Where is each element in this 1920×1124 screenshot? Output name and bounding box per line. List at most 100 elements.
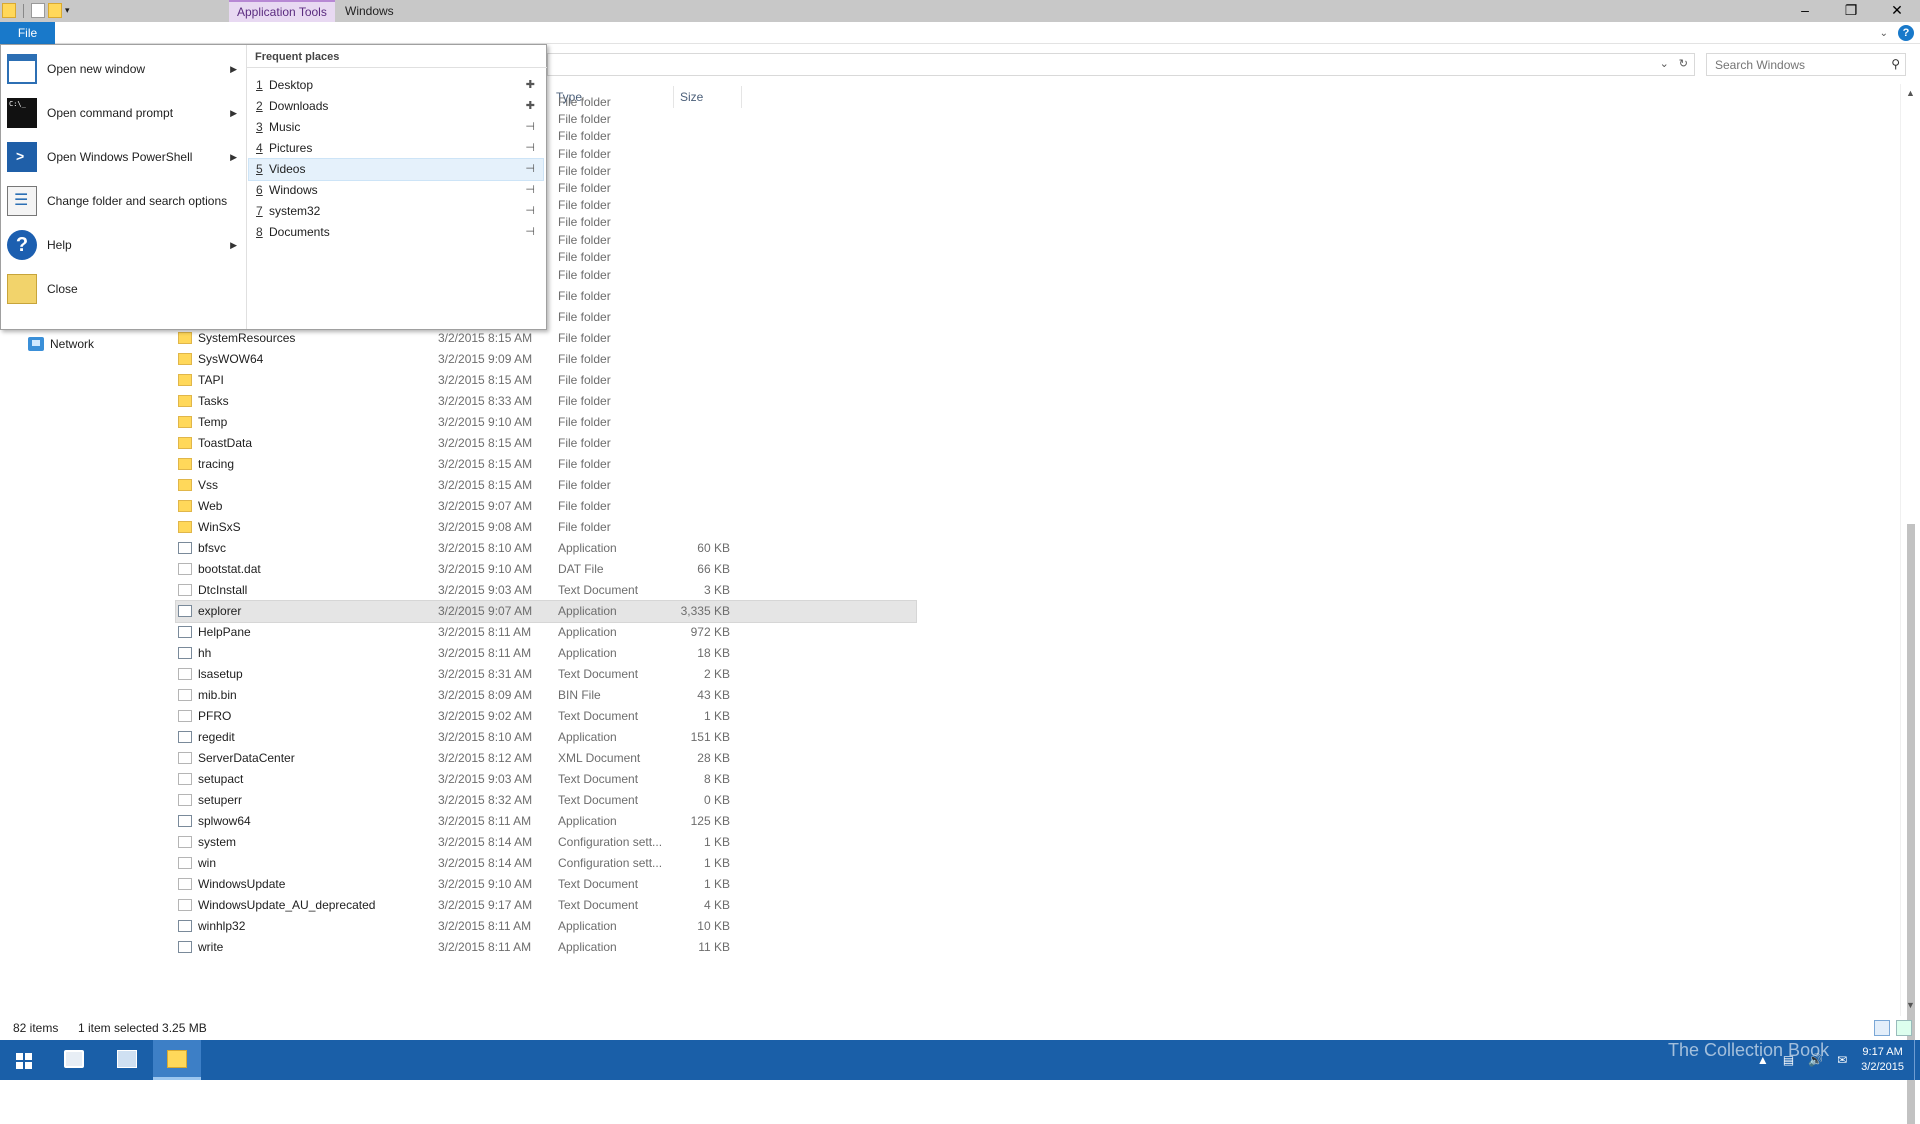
table-row[interactable]: explorer 3/2/2015 9:07 AM Application 3,335…	[175, 600, 917, 623]
address-bar[interactable]: ⌄ ↻	[547, 53, 1695, 76]
pin-icon[interactable]: ⊣	[525, 138, 535, 159]
table-row[interactable]: TAPI 3/2/2015 8:15 AM File folder	[176, 370, 916, 391]
table-row[interactable]: Tasks 3/2/2015 8:33 AM File folder	[176, 391, 916, 412]
frequent-place-item[interactable]: 7 system32 ⊣	[249, 201, 543, 222]
cell-date: 3/2/2015 9:03 AM	[438, 772, 533, 786]
frequent-place-item[interactable]: 6 Windows ⊣	[249, 180, 543, 201]
pin-icon[interactable]: ⊣	[525, 117, 535, 138]
taskbar-server-manager-button[interactable]	[103, 1040, 151, 1080]
submenu-arrow-icon: ▶	[230, 63, 237, 74]
file-menu-item[interactable]: Open command prompt ▶	[7, 93, 243, 133]
close-window-icon[interactable]: ✕	[1874, 0, 1920, 20]
action-center-icon[interactable]: ✉	[1837, 1053, 1847, 1067]
file-menu-item[interactable]: Change folder and search options	[7, 181, 243, 221]
new-folder-icon[interactable]	[48, 3, 62, 18]
file-menu-item-label: Close	[47, 282, 78, 296]
table-row[interactable]: Web 3/2/2015 9:07 AM File folder	[176, 496, 916, 517]
cell-date: 3/2/2015 8:14 AM	[438, 856, 533, 870]
search-box[interactable]: ⚲	[1706, 53, 1906, 76]
cell-type: File folder	[558, 499, 611, 513]
search-input[interactable]	[1707, 54, 1877, 75]
cell-type: File folder	[558, 112, 611, 127]
file-menu-item[interactable]: Open Windows PowerShell ▶	[7, 137, 243, 177]
large-icons-view-icon[interactable]	[1896, 1020, 1912, 1036]
frequent-place-item[interactable]: 3 Music ⊣	[249, 117, 543, 138]
table-row[interactable]: DtcInstall 3/2/2015 9:03 AM Text Document 3…	[176, 580, 916, 601]
taskbar-file-explorer-button[interactable]	[153, 1040, 201, 1080]
application-tools-tab[interactable]: Application Tools	[229, 0, 335, 22]
file-menu-item[interactable]: Close	[7, 269, 243, 309]
table-row[interactable]: tracing 3/2/2015 8:15 AM File folder	[176, 454, 916, 475]
table-row[interactable]: system 3/2/2015 8:14 AM Configuration sett…	[176, 832, 916, 853]
frequent-place-item[interactable]: 4 Pictures ⊣	[249, 138, 543, 159]
table-row[interactable]: Temp 3/2/2015 9:10 AM File folder	[176, 412, 916, 433]
cell-type: Configuration sett...	[558, 835, 663, 849]
scroll-down-icon[interactable]: ▼	[1906, 1000, 1915, 1010]
cell-type: Application	[558, 646, 617, 660]
table-row[interactable]: win 3/2/2015 8:14 AM Configuration sett...…	[176, 853, 916, 874]
new-window-icon	[7, 54, 37, 84]
cell-name: tracing	[198, 457, 235, 471]
table-row[interactable]: WindowsUpdate_AU_deprecated 3/2/2015 9:17…	[176, 895, 916, 916]
properties-icon[interactable]	[31, 3, 45, 18]
minimize-icon[interactable]: –	[1782, 0, 1828, 20]
table-row[interactable]: mib.bin 3/2/2015 8:09 AM BIN File 43 KB	[176, 685, 916, 706]
pinned-icon[interactable]: ✚	[526, 96, 535, 117]
file-menu-item[interactable]: Open new window ▶	[7, 49, 243, 89]
pin-icon[interactable]: ⊣	[525, 222, 535, 243]
pinned-icon[interactable]: ✚	[526, 75, 535, 96]
pin-icon[interactable]: ⊣	[525, 201, 535, 222]
help-icon[interactable]: ?	[1898, 25, 1914, 41]
show-desktop-button[interactable]	[1914, 1040, 1920, 1080]
customize-toolbar-icon[interactable]: ▾	[65, 3, 75, 18]
table-row[interactable]: Vss 3/2/2015 8:15 AM File folder	[176, 475, 916, 496]
start-button[interactable]	[0, 1040, 48, 1080]
refresh-icon[interactable]: ↻	[1679, 57, 1688, 70]
table-row[interactable]: ToastData 3/2/2015 8:15 AM File folder	[176, 433, 916, 454]
window-title: Windows	[345, 4, 394, 18]
table-row[interactable]: splwow64 3/2/2015 8:11 AM Application 125 K…	[176, 811, 916, 832]
file-tab[interactable]: File	[0, 22, 55, 44]
table-row[interactable]: HelpPane 3/2/2015 8:11 AM Application 972 K…	[176, 622, 916, 643]
pin-icon[interactable]: ⊣	[525, 159, 535, 180]
search-icon[interactable]: ⚲	[1891, 57, 1900, 71]
table-row[interactable]: bfsvc 3/2/2015 8:10 AM Application 60 KB	[176, 538, 916, 559]
folder-icon[interactable]	[2, 3, 16, 18]
cell-name: setuperr	[198, 793, 243, 807]
table-row[interactable]: regedit 3/2/2015 8:10 AM Application 151 KB	[176, 727, 916, 748]
table-row[interactable]: SysWOW64 3/2/2015 9:09 AM File folder	[176, 349, 916, 370]
cell-name: TAPI	[198, 373, 224, 387]
file-menu-item[interactable]: ? Help ▶	[7, 225, 243, 265]
scroll-up-icon[interactable]: ▲	[1906, 88, 1915, 98]
taskbar-console-button[interactable]	[50, 1040, 98, 1080]
table-row[interactable]: hh 3/2/2015 8:11 AM Application 18 KB	[176, 643, 916, 664]
nav-item-network[interactable]: Network	[28, 337, 94, 351]
frequent-place-item[interactable]: 5 Videos ⊣	[248, 158, 544, 181]
vertical-scrollbar[interactable]: ▲ ▼	[1900, 84, 1920, 1124]
access-key-number: 7	[256, 204, 263, 218]
table-row[interactable]: setupact 3/2/2015 9:03 AM Text Document 8 K…	[176, 769, 916, 790]
cell-date: 3/2/2015 8:11 AM	[438, 625, 532, 639]
frequent-place-item[interactable]: 2 Downloads ✚	[249, 96, 543, 117]
table-row[interactable]: setuperr 3/2/2015 8:32 AM Text Document 0 K…	[176, 790, 916, 811]
table-row[interactable]: WindowsUpdate 3/2/2015 9:10 AM Text Docume…	[176, 874, 916, 895]
access-key-number: 8	[256, 225, 263, 239]
table-row[interactable]: ServerDataCenter 3/2/2015 8:12 AM XML Docu…	[176, 748, 916, 769]
cell-size: 1 KB	[703, 856, 730, 870]
address-dropdown-icon[interactable]: ⌄	[1660, 57, 1669, 70]
frequent-place-name: Downloads	[269, 99, 329, 113]
clock[interactable]: 9:17 AM 3/2/2015	[1861, 1045, 1904, 1075]
table-row[interactable]: write 3/2/2015 8:11 AM Application 11 KB	[176, 937, 916, 958]
expand-ribbon-icon[interactable]: ⌄	[1880, 28, 1888, 39]
table-row[interactable]: SystemResources 3/2/2015 8:15 AM File fold…	[176, 328, 916, 349]
table-row[interactable]: PFRO 3/2/2015 9:02 AM Text Document 1 KB	[176, 706, 916, 727]
pin-icon[interactable]: ⊣	[525, 180, 535, 201]
details-view-icon[interactable]	[1874, 1020, 1890, 1036]
table-row[interactable]: winhlp32 3/2/2015 8:11 AM Application 10 KB	[176, 916, 916, 937]
frequent-place-item[interactable]: 8 Documents ⊣	[249, 222, 543, 243]
restore-icon[interactable]: ❐	[1828, 0, 1874, 20]
table-row[interactable]: WinSxS 3/2/2015 9:08 AM File folder	[176, 517, 916, 538]
table-row[interactable]: lsasetup 3/2/2015 8:31 AM Text Document 2 K…	[176, 664, 916, 685]
frequent-place-item[interactable]: 1 Desktop ✚	[249, 75, 543, 96]
table-row[interactable]: bootstat.dat 3/2/2015 9:10 AM DAT File 66 K…	[176, 559, 916, 580]
